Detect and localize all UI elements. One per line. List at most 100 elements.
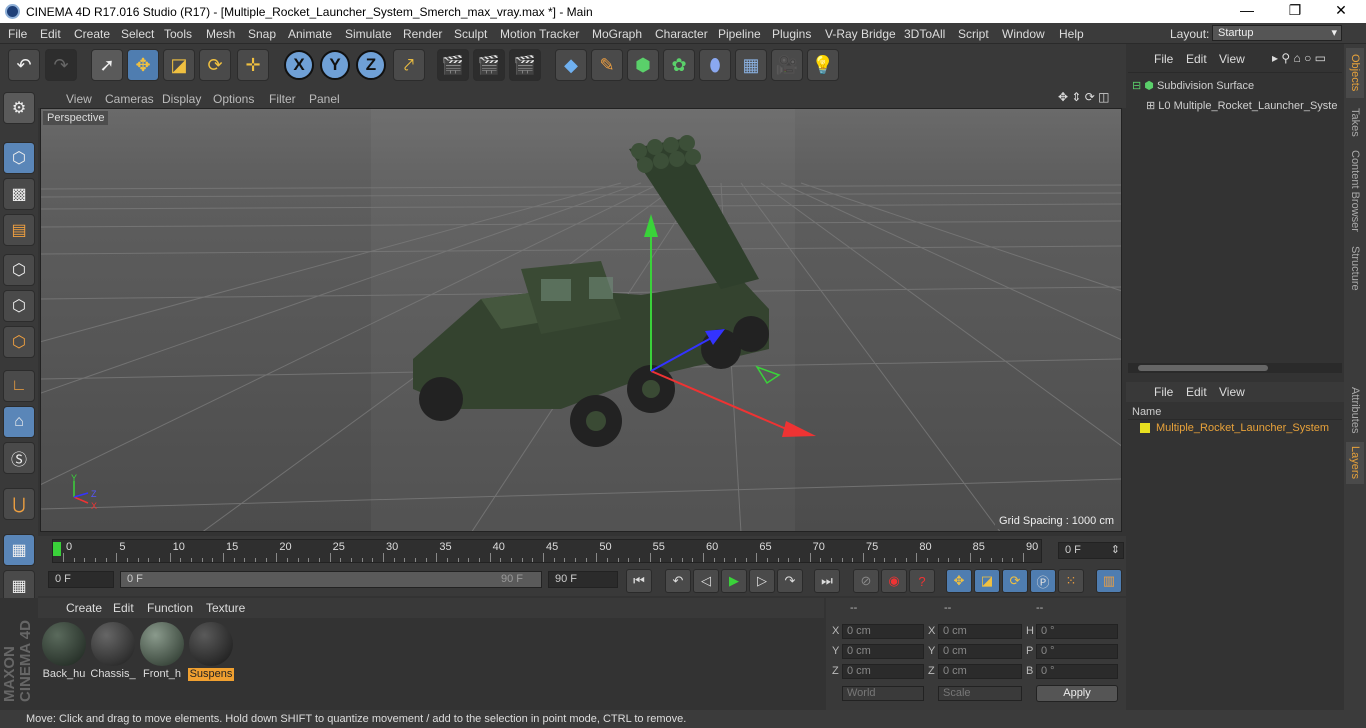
timeline[interactable]: 0 5 10 15 20 25 30 35 40 45 50 55 60 65 70 75 80 85 90 0 F… [38, 536, 1126, 566]
menu-3dtoall[interactable]: 3DToAll [904, 27, 945, 41]
rotate-tool-button[interactable]: ⟳ [199, 49, 231, 81]
end-frame-field[interactable]: 90 F [548, 571, 618, 588]
menu-pipeline[interactable]: Pipeline [718, 27, 761, 41]
light-button[interactable]: 💡 [807, 49, 839, 81]
obj-menu-view[interactable]: View [1219, 52, 1245, 66]
layer-menu-edit[interactable]: Edit [1186, 385, 1207, 399]
obj-manager-tools[interactable]: ▸ ⚲ ⌂ ○ ▭ [1272, 51, 1326, 65]
camera-label[interactable]: Perspective [43, 111, 109, 125]
render-picture-viewer-button[interactable]: 🎬 [473, 49, 505, 81]
start-frame-field[interactable]: 0 F [48, 571, 114, 588]
x-axis-button[interactable]: X [283, 49, 315, 81]
go-to-end-button[interactable]: ⏭ [814, 569, 840, 593]
key-position-button[interactable]: ✥ [946, 569, 972, 593]
model-mode-button[interactable]: ⬡ [3, 142, 35, 174]
points-mode-button[interactable]: ⬡ [3, 254, 35, 286]
maximize-button[interactable]: ❐ [1285, 2, 1305, 19]
autokey-button[interactable]: ◉ [881, 569, 907, 593]
menu-plugins[interactable]: Plugins [772, 27, 811, 41]
pos-x-field[interactable]: 0 cm [842, 624, 924, 639]
move-tool-button[interactable]: ✥ [127, 49, 159, 81]
make-editable-button[interactable]: ⚙ [3, 92, 35, 124]
camera-button[interactable]: 🎥 [771, 49, 803, 81]
menu-script[interactable]: Script [958, 27, 989, 41]
menu-character[interactable]: Character [655, 27, 708, 41]
menu-select[interactable]: Select [121, 27, 154, 41]
workplane-lock-button[interactable]: ▦ [3, 534, 35, 566]
mat-menu-texture[interactable]: Texture [206, 601, 245, 615]
menu-edit[interactable]: Edit [40, 27, 61, 41]
layer-item[interactable]: Multiple_Rocket_Launcher_System [1140, 422, 1342, 434]
play-button[interactable]: ▶ [721, 569, 747, 593]
minimize-button[interactable]: — [1237, 2, 1257, 18]
rot-p-field[interactable]: 0 ° [1036, 644, 1118, 659]
previous-key-button[interactable]: ↶ [665, 569, 691, 593]
rot-b-field[interactable]: 0 ° [1036, 664, 1118, 679]
snap-button[interactable]: Ⓢ [3, 442, 35, 474]
keyframe-selection-button[interactable]: ? [909, 569, 935, 593]
record-keys-button[interactable]: ⊘ [853, 569, 879, 593]
size-x-field[interactable]: 0 cm [938, 624, 1022, 639]
key-pla-button[interactable]: ⁙ [1058, 569, 1084, 593]
timeline-ruler[interactable]: 0 5 10 15 20 25 30 35 40 45 50 55 60 65 70 75 80 85 90 [52, 539, 1042, 563]
subdivision-button[interactable]: ⬢ [627, 49, 659, 81]
tab-attributes[interactable]: Attributes [1346, 382, 1364, 438]
material-item[interactable]: Back_hu [41, 620, 87, 680]
key-scale-button[interactable]: ◪ [974, 569, 1000, 593]
mat-menu-function[interactable]: Function [147, 601, 193, 615]
close-button[interactable]: ✕ [1331, 2, 1351, 19]
menu-sculpt[interactable]: Sculpt [454, 27, 487, 41]
next-frame-button[interactable]: ▷ [749, 569, 775, 593]
undo-button[interactable]: ↶ [8, 49, 40, 81]
tab-structure[interactable]: Structure [1346, 240, 1364, 296]
mat-menu-create[interactable]: Create [66, 601, 102, 615]
menu-tools[interactable]: Tools [164, 27, 192, 41]
menu-window[interactable]: Window [1002, 27, 1045, 41]
polygons-mode-button[interactable]: ⬡ [3, 326, 35, 358]
menu-mograph[interactable]: MoGraph [592, 27, 642, 41]
magnet-button[interactable]: ⋃ [3, 488, 35, 520]
tree-item-subdivision[interactable]: ⊟ ⬢ Subdivision Surface [1132, 79, 1254, 92]
menu-animate[interactable]: Animate [288, 27, 332, 41]
deformer-button[interactable]: ⬮ [699, 49, 731, 81]
obj-menu-file[interactable]: File [1154, 52, 1173, 66]
render-view-button[interactable]: 🎬 [437, 49, 469, 81]
previous-frame-button[interactable]: ◁ [693, 569, 719, 593]
menu-snap[interactable]: Snap [248, 27, 276, 41]
workplane-mode-button[interactable]: ▤ [3, 214, 35, 246]
pos-y-field[interactable]: 0 cm [842, 644, 924, 659]
go-to-start-button[interactable]: ⏮ [626, 569, 652, 593]
pen-spline-button[interactable]: ✎ [591, 49, 623, 81]
material-item[interactable]: Chassis_ [90, 620, 136, 680]
cloner-button[interactable]: ✿ [663, 49, 695, 81]
scale-tool-button[interactable]: ◪ [163, 49, 195, 81]
render-settings-button[interactable]: 🎬 [509, 49, 541, 81]
next-key-button[interactable]: ↷ [777, 569, 803, 593]
apply-button[interactable]: Apply [1036, 685, 1118, 702]
coordinate-system-button[interactable]: ⤤ [393, 49, 425, 81]
transform-tool-button[interactable]: ✛ [237, 49, 269, 81]
tab-layers[interactable]: Layers [1346, 442, 1364, 484]
menu-create[interactable]: Create [74, 27, 110, 41]
coordinate-mode-dropdown[interactable]: World [842, 686, 924, 701]
redo-button[interactable]: ↷ [45, 49, 77, 81]
y-axis-button[interactable]: Y [319, 49, 351, 81]
vp-menu-view[interactable]: View [66, 92, 92, 106]
scrollbar-thumb[interactable] [1138, 365, 1268, 371]
layer-menu-view[interactable]: View [1219, 385, 1245, 399]
layout-dropdown[interactable]: Startup ▾ [1212, 25, 1342, 41]
menu-file[interactable]: File [8, 27, 27, 41]
menu-render[interactable]: Render [403, 27, 442, 41]
texture-mode-button[interactable]: ▩ [3, 178, 35, 210]
mat-menu-edit[interactable]: Edit [113, 601, 134, 615]
menu-simulate[interactable]: Simulate [345, 27, 392, 41]
vp-menu-panel[interactable]: Panel [309, 92, 340, 106]
key-parameter-button[interactable]: Ⓟ [1030, 569, 1056, 593]
timeline-window-button[interactable]: ▥ [1096, 569, 1122, 593]
menu-mesh[interactable]: Mesh [206, 27, 235, 41]
object-tree-scrollbar[interactable] [1128, 363, 1342, 373]
tab-content-browser[interactable]: Content Browser [1346, 146, 1364, 236]
menu-vray-bridge[interactable]: V-Ray Bridge [825, 27, 896, 41]
tree-item-rocket-launcher[interactable]: ⊞ L0 Multiple_Rocket_Launcher_Syste [1146, 99, 1342, 112]
layer-menu-file[interactable]: File [1154, 385, 1173, 399]
